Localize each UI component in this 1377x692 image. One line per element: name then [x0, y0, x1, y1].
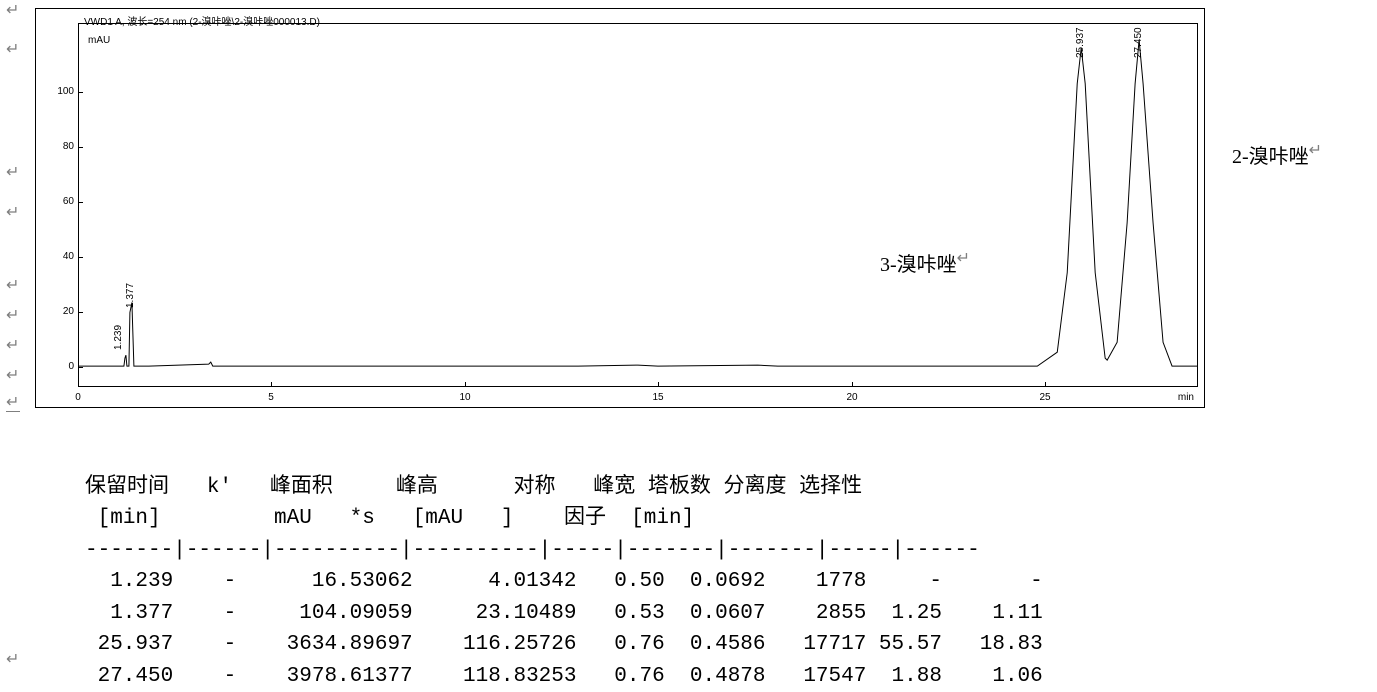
- paragraph-mark: ↵: [6, 3, 19, 19]
- y-tick-label: 40: [48, 251, 74, 262]
- y-tick-label: 20: [48, 306, 74, 317]
- paragraph-mark: ↵: [6, 165, 19, 181]
- table-header-row: 保留时间 k' 峰面积 峰高 对称 峰宽 塔板数 分离度 选择性: [85, 476, 862, 499]
- results-table: 保留时间 k' 峰面积 峰高 对称 峰宽 塔板数 分离度 选择性 [min] m…: [85, 440, 1135, 692]
- y-tick-label: 60: [48, 196, 74, 207]
- peak-rt-label: 27.450: [1133, 27, 1144, 58]
- paragraph-mark: ↵: [1309, 140, 1322, 160]
- peak-rt-label: 1.377: [125, 283, 136, 308]
- peak-rt-label: 1.239: [113, 325, 124, 350]
- paragraph-mark: ↵: [6, 652, 19, 668]
- table-row: 1.239 - 16.53062 4.01342 0.50 0.0692 177…: [85, 570, 1043, 593]
- signal-path: [79, 40, 1197, 366]
- paragraph-mark: ↵: [957, 248, 970, 268]
- y-tick-label: 0: [48, 361, 74, 372]
- paragraph-mark: ↵: [6, 338, 19, 354]
- x-tick-label: 10: [459, 392, 470, 403]
- paragraph-mark: ↵: [6, 395, 20, 412]
- paragraph-mark: ↵: [6, 205, 19, 221]
- chromatogram-panel: VWD1 A, 波长=254 nm (2-溴咔唑\2-溴咔唑000013.D) …: [35, 8, 1205, 408]
- table-subheader-row: [min] mAU *s [mAU ] 因子 [min]: [85, 507, 694, 530]
- peak-annotation-2: 2-溴咔唑↵: [1232, 140, 1309, 169]
- y-tick-label: 80: [48, 141, 74, 152]
- paragraph-mark: ↵: [6, 278, 19, 294]
- peak-annotation-3: 3-溴咔唑↵: [880, 248, 957, 277]
- annotation-text: 3-溴咔唑: [880, 254, 957, 276]
- x-tick-label: 0: [75, 392, 81, 403]
- paragraph-mark: ↵: [6, 42, 19, 58]
- x-tick-label: 15: [652, 392, 663, 403]
- paragraph-mark: ↵: [6, 368, 19, 384]
- plot-area: [78, 23, 1198, 387]
- table-row: 27.450 - 3978.61377 118.83253 0.76 0.487…: [85, 665, 1043, 688]
- table-row: 25.937 - 3634.89697 116.25726 0.76 0.458…: [85, 633, 1043, 656]
- paragraph-mark: ↵: [6, 308, 19, 324]
- chromatogram-trace: [79, 24, 1197, 386]
- x-axis-unit: min: [1178, 392, 1194, 403]
- y-tick-label: 100: [48, 86, 74, 97]
- x-tick-label: 5: [268, 392, 274, 403]
- x-tick-label: 20: [846, 392, 857, 403]
- peak-rt-label: 25.937: [1075, 27, 1086, 58]
- table-row: 1.377 - 104.09059 23.10489 0.53 0.0607 2…: [85, 602, 1043, 625]
- x-tick-label: 25: [1039, 392, 1050, 403]
- table-divider: -------|------|----------|----------|---…: [85, 539, 980, 562]
- annotation-text: 2-溴咔唑: [1232, 146, 1309, 168]
